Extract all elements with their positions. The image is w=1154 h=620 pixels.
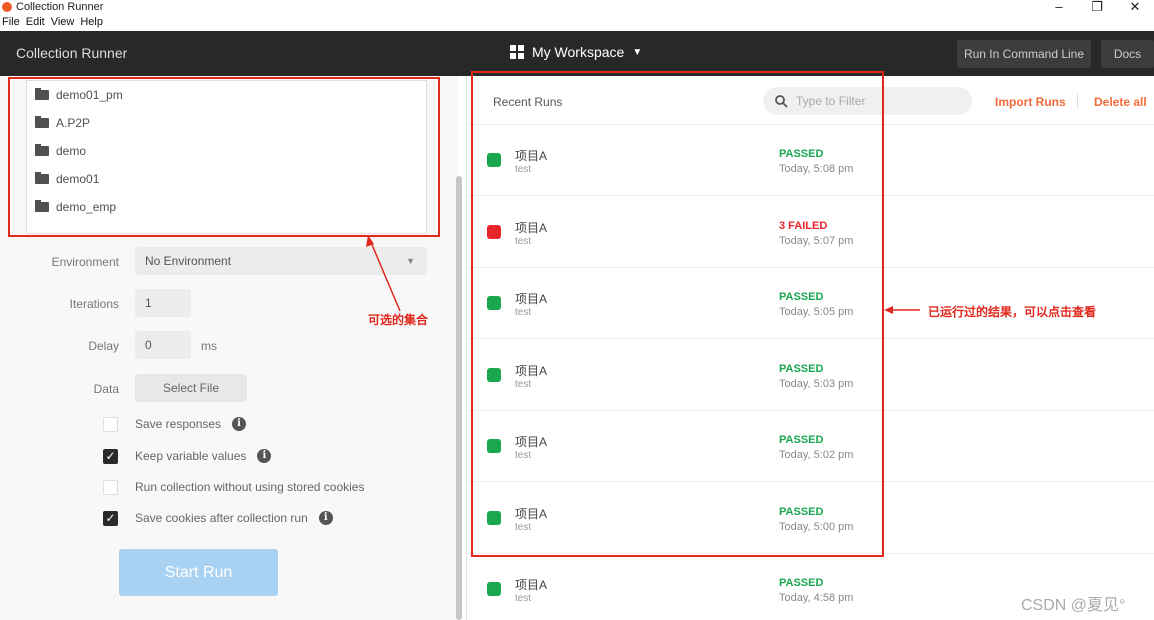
collections-annotation: 可选的集合 bbox=[368, 313, 429, 327]
watermark: CSDN @夏见° bbox=[1021, 597, 1126, 614]
runs-annotation: 已运行过的结果，可以点击查看 bbox=[928, 305, 1097, 319]
